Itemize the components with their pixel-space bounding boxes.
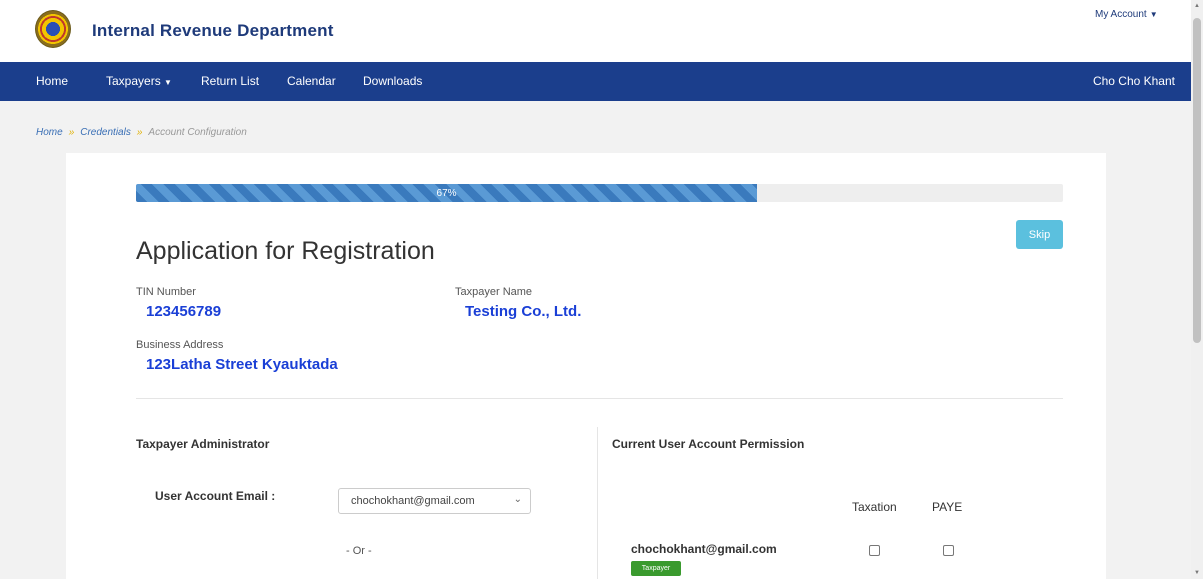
- nav-home[interactable]: Home: [36, 74, 68, 88]
- tin-label: TIN Number: [136, 286, 196, 298]
- caret-down-icon: ▼: [164, 78, 172, 87]
- main-navbar: Home Taxpayers ▼ Return List Calendar Do…: [0, 62, 1191, 101]
- top-header: Internal Revenue Department My Account ▼: [0, 0, 1191, 62]
- column-divider: [597, 427, 598, 579]
- permission-heading: Current User Account Permission: [612, 437, 805, 451]
- business-address-label: Business Address: [136, 339, 224, 351]
- scroll-down-icon[interactable]: ▼: [1191, 567, 1203, 579]
- business-address-value: 123Latha Street Kyauktada: [146, 356, 338, 373]
- nav-taxpayers[interactable]: Taxpayers ▼: [106, 74, 172, 88]
- taxation-checkbox[interactable]: [869, 545, 880, 556]
- skip-button[interactable]: Skip: [1016, 220, 1063, 249]
- caret-down-icon: ▼: [1149, 10, 1158, 19]
- or-separator: - Or -: [346, 545, 372, 557]
- chevron-down-icon: ⌄: [513, 494, 522, 505]
- nav-user-name[interactable]: Cho Cho Khant: [1093, 74, 1175, 88]
- user-email-select[interactable]: chochokhant@gmail.com ⌄: [338, 488, 531, 514]
- vertical-scrollbar[interactable]: ▲ ▼: [1191, 0, 1203, 579]
- page-title: Application for Registration: [136, 237, 435, 265]
- breadcrumb-home[interactable]: Home: [36, 127, 63, 138]
- breadcrumb-credentials[interactable]: Credentials: [80, 127, 131, 138]
- nav-calendar[interactable]: Calendar: [287, 74, 336, 88]
- my-account-label: My Account: [1095, 9, 1147, 20]
- progress-label: 67%: [436, 187, 457, 199]
- breadcrumb: Home » Credentials » Account Configuration: [36, 127, 247, 138]
- tin-value: 123456789: [146, 303, 222, 320]
- nav-downloads[interactable]: Downloads: [363, 74, 422, 88]
- taxpayer-name-value: Testing Co., Ltd.: [465, 303, 582, 320]
- scroll-up-icon[interactable]: ▲: [1191, 0, 1203, 12]
- breadcrumb-current: Account Configuration: [148, 127, 247, 138]
- scroll-thumb[interactable]: [1193, 18, 1201, 343]
- taxpayer-badge: Taxpayer: [631, 561, 681, 576]
- taxpayer-name-label: Taxpayer Name: [455, 286, 533, 298]
- nav-return-list[interactable]: Return List: [201, 74, 259, 88]
- section-divider: [136, 398, 1063, 399]
- user-email-selected: chochokhant@gmail.com: [351, 495, 475, 507]
- progress-bar: 67%: [136, 184, 1063, 202]
- user-email-label: User Account Email :: [155, 489, 276, 503]
- column-taxation: Taxation: [852, 500, 897, 514]
- breadcrumb-separator-icon: »: [136, 127, 143, 138]
- breadcrumb-separator-icon: »: [68, 127, 75, 138]
- column-paye: PAYE: [932, 500, 963, 514]
- taxpayer-admin-heading: Taxpayer Administrator: [136, 437, 270, 451]
- paye-checkbox[interactable]: [943, 545, 954, 556]
- progress-fill: 67%: [136, 184, 758, 202]
- my-account-menu[interactable]: My Account ▼: [1095, 9, 1158, 20]
- nav-taxpayers-label: Taxpayers: [106, 74, 161, 88]
- brand-title: Internal Revenue Department: [92, 21, 334, 40]
- department-logo: [35, 10, 71, 48]
- permission-user-email: chochokhant@gmail.com: [631, 542, 777, 556]
